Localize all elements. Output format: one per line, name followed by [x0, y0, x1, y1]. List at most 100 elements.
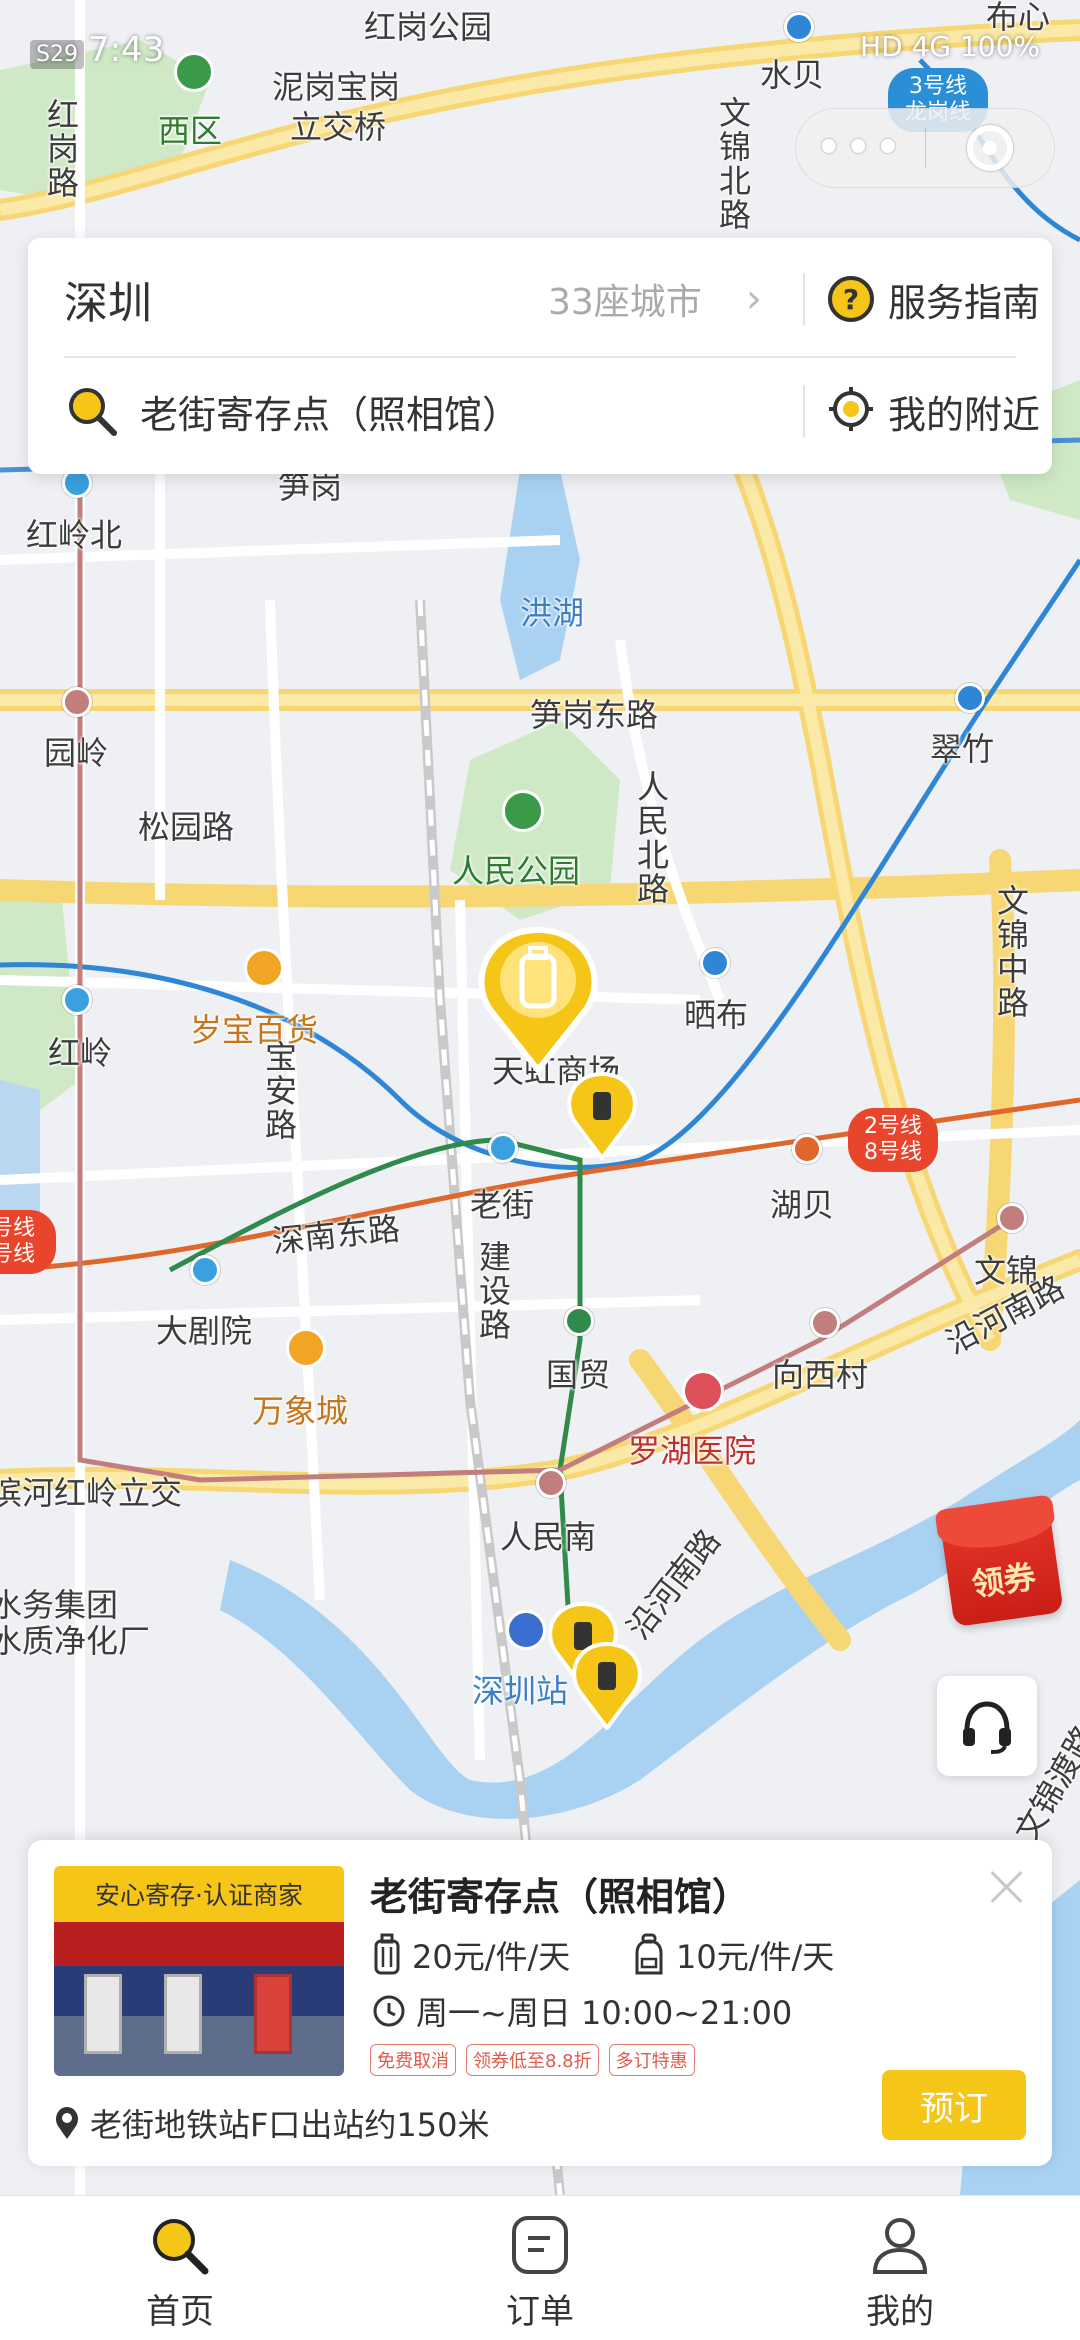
status-bar: S29 7:43 HD 4G 100% — [0, 0, 1080, 100]
more-menu-button[interactable]: ••• — [796, 125, 925, 171]
metro-line-badge: 2号线 8号线 — [848, 1108, 938, 1172]
nearby-label: 我的附近 — [888, 392, 1041, 437]
book-button[interactable]: 预订 — [882, 2070, 1026, 2140]
map-label: 文锦北路 — [714, 96, 752, 232]
map-label: 人民公园 — [452, 852, 581, 890]
coupon-button[interactable]: 领券 — [938, 1494, 1064, 1628]
map-label: 红岭 — [48, 1034, 113, 1072]
price-small: 10元/件/天 — [676, 1938, 835, 1976]
map-label: 园岭 — [44, 734, 109, 772]
promo-tags: 免费取消 领券低至8.8折 多订特惠 — [370, 2044, 705, 2076]
store-detail-card[interactable]: 安心寄存·认证商家 老街寄存点（照相馆） 20元/件/天 10元/件/天 周一~… — [28, 1840, 1052, 2166]
metro-station-icon — [810, 1308, 840, 1338]
address-row: 老街地铁站F口出站约150米 — [54, 2100, 490, 2146]
photo-detail — [164, 1974, 202, 2054]
store-address: 老街地铁站F口出站约150米 — [90, 2106, 490, 2144]
map-label: 滨河红岭立交 — [0, 1474, 183, 1512]
metro-station-icon — [955, 683, 985, 713]
miniprogram-capsule: ••• — [795, 108, 1055, 188]
search-icon — [64, 383, 120, 439]
shopping-icon — [244, 948, 284, 988]
map-label: 西区 — [158, 112, 223, 150]
map-label: 晒布 — [684, 996, 749, 1034]
price-large: 20元/件/天 — [412, 1938, 571, 1976]
city-count-link[interactable]: 33座城市 — [548, 273, 702, 325]
carrier-badge: S29 — [30, 40, 84, 69]
map-label: 洪湖 — [520, 594, 585, 632]
map-label: 松园路 — [138, 808, 235, 846]
search-row[interactable]: 老街寄存点（照相馆） 我的附近 — [28, 356, 1052, 466]
map-label: 翠竹 — [930, 730, 995, 768]
map-label: 国贸 — [546, 1356, 611, 1394]
metro-station-icon — [700, 948, 730, 978]
tab-label: 首页 — [146, 2292, 214, 2332]
map-label: 宝安路 — [260, 1040, 298, 1142]
price-large-row: 20元/件/天 — [372, 1932, 570, 1978]
order-icon — [512, 2216, 568, 2274]
promo-tag: 领券低至8.8折 — [466, 2044, 599, 2076]
search-input[interactable]: 老街寄存点（照相馆） — [140, 384, 520, 439]
service-guide-button[interactable]: ? 服务指南 — [828, 272, 1040, 327]
profile-icon — [872, 2218, 928, 2274]
tab-home[interactable]: 首页 — [0, 2196, 360, 2340]
hospital-icon — [682, 1370, 724, 1412]
tab-profile[interactable]: 我的 — [720, 2196, 1080, 2340]
photo-detail — [254, 1974, 292, 2054]
locker-marker[interactable] — [572, 1640, 642, 1730]
tab-orders[interactable]: 订单 — [360, 2196, 720, 2340]
map-label: 红岭北 — [26, 516, 123, 554]
bottom-tab-bar: 首页 订单 我的 — [0, 2195, 1080, 2340]
city-name[interactable]: 深圳 — [64, 267, 152, 331]
shopping-icon — [286, 1328, 326, 1368]
metro-station-icon — [997, 1203, 1027, 1233]
status-time: S29 7:43 — [30, 30, 164, 70]
metro-station-icon — [536, 1468, 566, 1498]
clock-text: 7:43 — [87, 30, 165, 70]
park-icon — [502, 790, 544, 832]
metro-station-icon — [62, 985, 92, 1015]
promo-tag: 免费取消 — [370, 2044, 456, 2076]
chevron-right-icon: › — [746, 276, 762, 322]
metro-line-badge: 号线 号线 — [0, 1210, 56, 1274]
coupon-label: 领券 — [969, 1557, 1039, 1605]
certified-badge: 安心寄存·认证商家 — [95, 1881, 303, 1910]
tab-label: 订单 — [506, 2292, 574, 2332]
help-icon: ? — [828, 276, 874, 322]
divider — [803, 385, 805, 437]
map-label: 文锦中路 — [992, 884, 1030, 1020]
target-icon — [966, 125, 1013, 171]
map-label: 立交桥 — [290, 108, 387, 146]
map-label: 建设路 — [474, 1240, 512, 1342]
metro-station-icon — [564, 1306, 594, 1336]
city-row: 深圳 33座城市 › ? 服务指南 — [28, 244, 1052, 354]
divider — [803, 273, 805, 325]
metro-station-icon — [190, 1255, 220, 1285]
train-station-icon — [506, 1610, 546, 1650]
map-label: 水质净化厂 — [0, 1622, 151, 1660]
locker-marker[interactable] — [567, 1070, 637, 1160]
status-indicators: HD 4G 100% — [860, 30, 1040, 63]
opening-hours: 周一~周日 10:00~21:00 — [416, 1994, 793, 2032]
promo-tag: 多订特惠 — [608, 2044, 695, 2076]
metro-station-icon — [792, 1134, 822, 1164]
tab-label: 我的 — [866, 2292, 934, 2332]
clock-icon — [373, 1995, 405, 2027]
small-bag-icon — [635, 1933, 663, 1975]
close-card-button[interactable] — [984, 1864, 1030, 1910]
map-label: 罗湖医院 — [628, 1432, 757, 1470]
map-label: 人民北路 — [632, 770, 670, 906]
customer-service-button[interactable] — [937, 1676, 1037, 1776]
large-luggage-icon — [374, 1933, 400, 1975]
map-label: 万象城 — [252, 1392, 349, 1430]
headset-icon — [963, 1701, 1011, 1754]
location-pin-icon — [56, 2107, 78, 2139]
map-label: 湖贝 — [770, 1186, 835, 1224]
map-label: 人民南 — [500, 1518, 597, 1556]
selected-locker-marker[interactable] — [478, 924, 598, 1074]
map-label: 向西村 — [772, 1356, 869, 1394]
nearby-button[interactable]: 我的附近 — [828, 384, 1040, 439]
price-small-row: 10元/件/天 — [632, 1932, 834, 1978]
locate-icon — [828, 386, 874, 436]
app-screen: 3号线 龙岗线 2号线 8号线 号线 号线 红岗公园 泥岗宝岗 立交桥 西区 红… — [0, 0, 1080, 2340]
close-miniprogram-button[interactable] — [926, 125, 1055, 171]
